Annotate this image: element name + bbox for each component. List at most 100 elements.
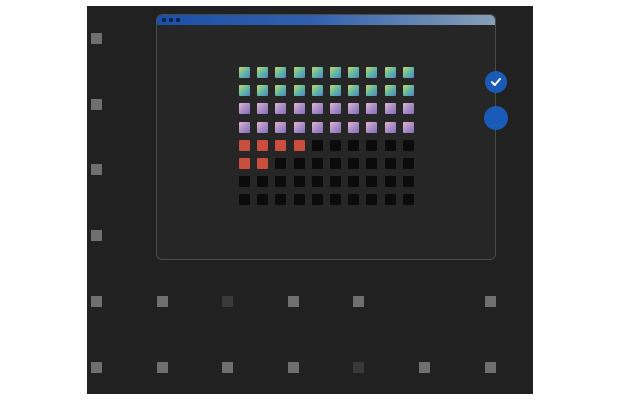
window-dot-icon[interactable] — [176, 18, 180, 22]
grid-cell-black — [384, 157, 396, 169]
grid-cell-teal — [257, 67, 269, 78]
grid-cell-black — [293, 194, 305, 206]
grid-cell-purple — [275, 121, 287, 133]
grid-marker — [157, 362, 168, 373]
grid-cell-purple — [293, 121, 305, 133]
grid-cell-black — [366, 139, 378, 151]
check-icon — [491, 78, 501, 86]
grid-cell-teal — [348, 67, 360, 78]
grid-cell-black — [257, 176, 269, 188]
grid-cell-purple — [257, 121, 269, 133]
grid-cell-black — [239, 176, 250, 188]
grid-cell-black — [329, 157, 341, 169]
grid-cell-teal — [275, 85, 287, 97]
grid-cell-teal — [384, 67, 396, 78]
window-dot-icon[interactable] — [169, 18, 173, 22]
grid-cell-purple — [257, 103, 269, 115]
grid-cell-red — [293, 139, 305, 151]
grid-cell-purple — [329, 121, 341, 133]
grid-marker — [288, 362, 299, 373]
grid-cell-black — [311, 139, 323, 151]
grid-cell-teal — [293, 67, 305, 78]
grid-cell-black — [275, 157, 287, 169]
grid-cell-black — [384, 139, 396, 151]
grid-marker — [91, 99, 102, 110]
grid-cell-teal — [311, 85, 323, 97]
progress-grid — [239, 67, 414, 206]
grid-cell-purple — [384, 121, 396, 133]
grid-marker — [91, 164, 102, 175]
grid-cell-teal — [239, 67, 250, 78]
grid-cell-black — [384, 194, 396, 206]
grid-cell-black — [293, 176, 305, 188]
grid-cell-red — [275, 139, 287, 151]
grid-cell-red — [257, 157, 269, 169]
grid-cell-teal — [366, 85, 378, 97]
progress-window — [156, 14, 496, 260]
grid-marker — [91, 362, 102, 373]
grid-marker — [91, 230, 102, 241]
grid-cell-purple — [402, 103, 414, 115]
grid-marker — [222, 362, 233, 373]
grid-cell-black — [402, 176, 414, 188]
grid-cell-teal — [257, 85, 269, 97]
grid-cell-black — [239, 194, 250, 206]
grid-cell-teal — [402, 67, 414, 78]
grid-cell-purple — [239, 103, 250, 115]
grid-marker-dim — [353, 362, 364, 373]
grid-cell-teal — [329, 67, 341, 78]
grid-cell-purple — [275, 103, 287, 115]
grid-cell-black — [257, 194, 269, 206]
grid-cell-black — [329, 194, 341, 206]
grid-cell-purple — [329, 103, 341, 115]
check-button[interactable] — [485, 71, 507, 93]
grid-cell-teal — [366, 67, 378, 78]
grid-cell-black — [366, 157, 378, 169]
grid-marker — [288, 296, 299, 307]
grid-cell-black — [329, 176, 341, 188]
window-dot-icon[interactable] — [162, 18, 166, 22]
grid-cell-purple — [311, 103, 323, 115]
grid-cell-purple — [311, 121, 323, 133]
grid-marker — [353, 296, 364, 307]
grid-marker — [419, 362, 430, 373]
grid-marker — [91, 33, 102, 44]
grid-marker — [485, 362, 496, 373]
grid-cell-teal — [293, 85, 305, 97]
grid-cell-black — [311, 194, 323, 206]
grid-cell-black — [348, 194, 360, 206]
grid-cell-purple — [348, 121, 360, 133]
grid-cell-black — [348, 139, 360, 151]
grid-cell-teal — [348, 85, 360, 97]
grid-marker-dim — [222, 296, 233, 307]
window-titlebar[interactable] — [157, 15, 495, 25]
grid-cell-black — [348, 176, 360, 188]
grid-cell-black — [384, 176, 396, 188]
grid-cell-purple — [366, 103, 378, 115]
grid-marker — [485, 296, 496, 307]
grid-cell-black — [275, 194, 287, 206]
grid-cell-purple — [348, 103, 360, 115]
grid-cell-black — [366, 194, 378, 206]
grid-cell-teal — [384, 85, 396, 97]
grid-cell-black — [402, 157, 414, 169]
grid-cell-black — [311, 176, 323, 188]
grid-cell-red — [239, 139, 250, 151]
circle-button[interactable] — [484, 106, 508, 130]
grid-cell-black — [402, 194, 414, 206]
grid-cell-black — [366, 176, 378, 188]
grid-cell-teal — [402, 85, 414, 97]
grid-cell-black — [329, 139, 341, 151]
grid-cell-red — [239, 157, 250, 169]
grid-cell-black — [348, 157, 360, 169]
grid-cell-black — [402, 139, 414, 151]
grid-marker — [157, 296, 168, 307]
grid-marker — [91, 296, 102, 307]
grid-cell-red — [257, 139, 269, 151]
grid-cell-black — [275, 176, 287, 188]
grid-cell-purple — [366, 121, 378, 133]
grid-cell-purple — [384, 103, 396, 115]
grid-cell-black — [311, 157, 323, 169]
grid-cell-teal — [311, 67, 323, 78]
grid-cell-black — [293, 157, 305, 169]
